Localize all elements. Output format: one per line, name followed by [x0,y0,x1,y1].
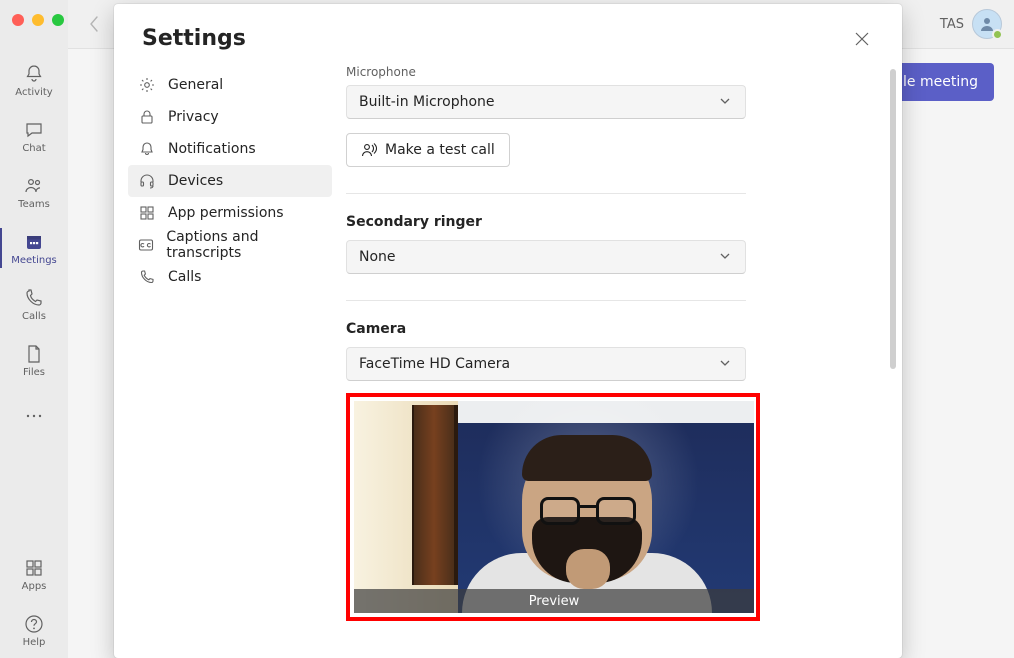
phone-icon [138,268,156,286]
close-button[interactable] [850,27,874,51]
rail-help[interactable]: Help [0,602,68,658]
button-label: Make a test call [385,142,495,158]
test-call-button[interactable]: Make a test call [346,133,510,167]
nav-notifications[interactable]: Notifications [128,133,332,165]
modal-header: Settings [114,4,902,61]
help-icon [22,612,46,636]
camera-label: Camera [346,321,874,337]
nav-general[interactable]: General [128,69,332,101]
rail-label: Chat [22,144,45,154]
divider [346,300,746,301]
grid-icon [138,204,156,222]
dropdown-value: Built-in Microphone [359,94,495,110]
nav-label: Notifications [168,141,256,157]
avatar[interactable] [972,9,1002,39]
rail-meetings[interactable]: Meetings [0,220,68,276]
nav-devices[interactable]: Devices [128,165,332,197]
rail-label: Activity [15,88,52,98]
rail-label: Calls [22,312,46,322]
rail-more[interactable] [0,388,68,444]
headset-icon [138,172,156,190]
rail-apps[interactable]: Apps [0,546,68,602]
nav-label: Privacy [168,109,219,125]
close-icon [855,32,869,46]
nav-app-permissions[interactable]: App permissions [128,197,332,229]
phone-icon [22,286,46,310]
dropdown-value: None [359,249,396,265]
rail-teams[interactable]: Teams [0,164,68,220]
lock-icon [138,108,156,126]
nav-label: Calls [168,269,201,285]
nav-captions[interactable]: Captions and transcripts [128,229,332,261]
user-initials: TAS [940,17,964,32]
people-icon [22,174,46,198]
presence-indicator [992,29,1003,40]
preview-label: Preview [354,589,754,613]
secondary-ringer-label: Secondary ringer [346,214,874,230]
more-icon [22,404,46,428]
left-rail: Activity Chat Teams Meetings Calls Files… [0,0,68,658]
settings-nav: General Privacy Notifications Devices Ap… [114,61,346,658]
close-window-button[interactable] [12,14,24,26]
nav-label: General [168,77,223,93]
secondary-ringer-dropdown[interactable]: None [346,240,746,274]
camera-preview-highlight: Preview [346,393,760,621]
maximize-window-button[interactable] [52,14,64,26]
microphone-label: Microphone [346,65,874,79]
captions-icon [138,236,154,254]
camera-dropdown[interactable]: FaceTime HD Camera [346,347,746,381]
rail-chat[interactable]: Chat [0,108,68,164]
settings-content: Microphone Built-in Microphone Make a te… [346,61,902,658]
nav-calls[interactable]: Calls [128,261,332,293]
rail-label: Help [23,638,46,648]
chevron-down-icon [719,357,733,371]
person-voice-icon [361,142,377,158]
rail-files[interactable]: Files [0,332,68,388]
file-icon [22,342,46,366]
camera-preview: Preview [354,401,754,613]
minimize-window-button[interactable] [32,14,44,26]
scrollbar-thumb[interactable] [890,69,896,369]
chevron-down-icon [719,95,733,109]
rail-label: Teams [18,200,50,210]
microphone-dropdown[interactable]: Built-in Microphone [346,85,746,119]
apps-icon [22,556,46,580]
rail-label: Apps [22,582,47,592]
calendar-icon [22,230,46,254]
window-controls [12,14,64,26]
nav-label: Captions and transcripts [166,229,322,261]
bell-icon [138,140,156,158]
nav-label: App permissions [168,205,284,221]
rail-label: Meetings [11,256,57,266]
rail-calls[interactable]: Calls [0,276,68,332]
chat-icon [22,118,46,142]
divider [346,193,746,194]
rail-label: Files [23,368,45,378]
gear-icon [138,76,156,94]
chevron-down-icon [719,250,733,264]
dropdown-value: FaceTime HD Camera [359,356,510,372]
back-button[interactable] [80,10,108,38]
nav-label: Devices [168,173,223,189]
modal-title: Settings [142,26,246,51]
bell-icon [22,62,46,86]
settings-modal: Settings General Privacy Notifications D… [114,4,902,658]
nav-privacy[interactable]: Privacy [128,101,332,133]
rail-activity[interactable]: Activity [0,52,68,108]
